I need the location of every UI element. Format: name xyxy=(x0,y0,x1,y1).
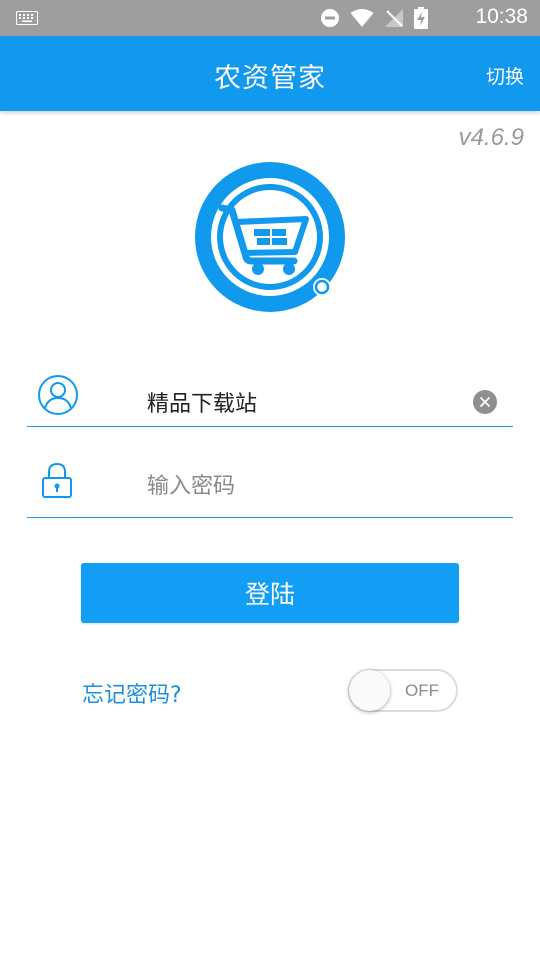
app-logo xyxy=(195,162,345,312)
toggle-state-label: OFF xyxy=(405,681,439,700)
lock-icon xyxy=(42,462,72,498)
keyboard-icon xyxy=(16,11,38,25)
status-time: 10:38 xyxy=(475,5,528,28)
version-label: v4.6.9 xyxy=(458,124,524,151)
battery-charging-icon xyxy=(414,7,428,29)
switch-button[interactable]: 切换 xyxy=(486,62,524,89)
toggle-knob xyxy=(349,670,390,711)
remember-toggle[interactable]: OFF xyxy=(348,669,458,712)
password-input[interactable] xyxy=(147,470,467,502)
dnd-icon xyxy=(321,9,339,27)
clear-icon[interactable] xyxy=(473,390,497,414)
status-bar: 10:38 xyxy=(0,0,540,36)
password-row xyxy=(27,460,513,518)
app-bar: 农资管家 切换 xyxy=(0,36,540,111)
page-title: 农资管家 xyxy=(214,63,326,94)
no-signal-icon xyxy=(385,9,403,27)
wifi-icon xyxy=(350,9,374,27)
forgot-password-link[interactable]: 忘记密码? xyxy=(82,677,182,709)
login-button[interactable]: 登陆 xyxy=(81,563,459,623)
username-row: 精品下载站 xyxy=(27,370,513,427)
user-icon xyxy=(38,375,78,415)
username-field[interactable]: 精品下载站 xyxy=(147,386,257,418)
